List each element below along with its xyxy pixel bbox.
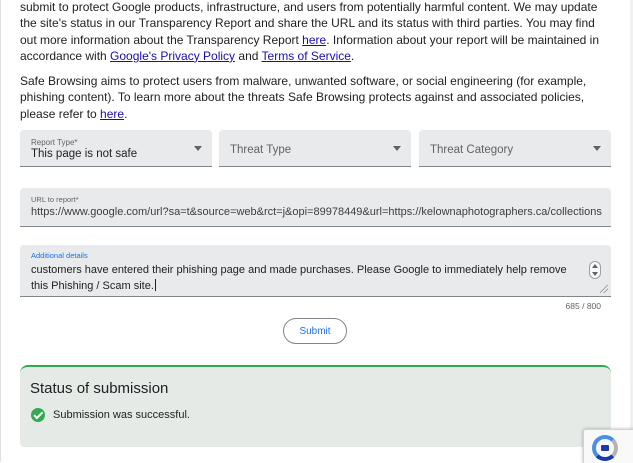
- status-message: Submission was successful.: [53, 409, 190, 421]
- intro-text: .: [124, 106, 128, 121]
- url-to-report-field[interactable]: URL to report* https://www.google.com/ur…: [20, 188, 611, 227]
- additional-details-text[interactable]: customers have entered their phishing pa…: [31, 262, 581, 294]
- report-type-select[interactable]: Report Type* This page is not safe: [20, 130, 212, 167]
- report-type-label: Report Type*: [31, 138, 78, 147]
- submission-status-card: Status of submission Submission was succ…: [20, 365, 611, 447]
- url-field-value[interactable]: https://www.google.com/url?sa=t&source=w…: [31, 206, 606, 218]
- additional-details-textarea[interactable]: Additional details customers have entere…: [20, 245, 611, 297]
- additional-details-label: Additional details: [31, 251, 88, 260]
- additional-details-value: customers have entered their phishing pa…: [31, 264, 567, 292]
- report-type-value: This page is not safe: [31, 148, 138, 160]
- status-title: Status of submission: [30, 380, 169, 397]
- threat-category-select[interactable]: Threat Category: [419, 130, 611, 167]
- character-counter: 685 / 800: [565, 301, 601, 311]
- terms-of-service-link[interactable]: Terms of Service: [262, 49, 351, 63]
- intro-paragraph-2: Safe Browsing aims to protect users from…: [20, 73, 610, 122]
- recaptcha-badge[interactable]: [583, 429, 633, 463]
- recaptcha-logo-icon: [592, 435, 618, 461]
- privacy-policy-link[interactable]: Google's Privacy Policy: [110, 49, 235, 63]
- number-spinner-icon[interactable]: [589, 261, 601, 279]
- intro-text: .: [350, 48, 355, 63]
- threat-type-placeholder: Threat Type: [230, 144, 292, 156]
- threat-category-placeholder: Threat Category: [430, 144, 514, 156]
- url-field-label: URL to report*: [31, 195, 79, 204]
- page-left-edge: [0, 0, 1, 462]
- caret-down-icon: [194, 146, 202, 151]
- caret-down-icon: [393, 146, 401, 151]
- check-circle-icon: [31, 408, 45, 422]
- safe-browsing-policies-link[interactable]: here: [100, 107, 124, 121]
- text-cursor: [154, 279, 156, 291]
- threat-type-select[interactable]: Threat Type: [219, 130, 411, 167]
- resize-handle-icon[interactable]: [600, 285, 608, 293]
- transparency-report-link[interactable]: here: [302, 33, 326, 47]
- intro-paragraph-1: submit to protect Google products, infra…: [20, 0, 610, 64]
- intro-text: and: [235, 48, 262, 63]
- caret-down-icon: [593, 146, 601, 151]
- submit-button[interactable]: Submit: [283, 318, 347, 344]
